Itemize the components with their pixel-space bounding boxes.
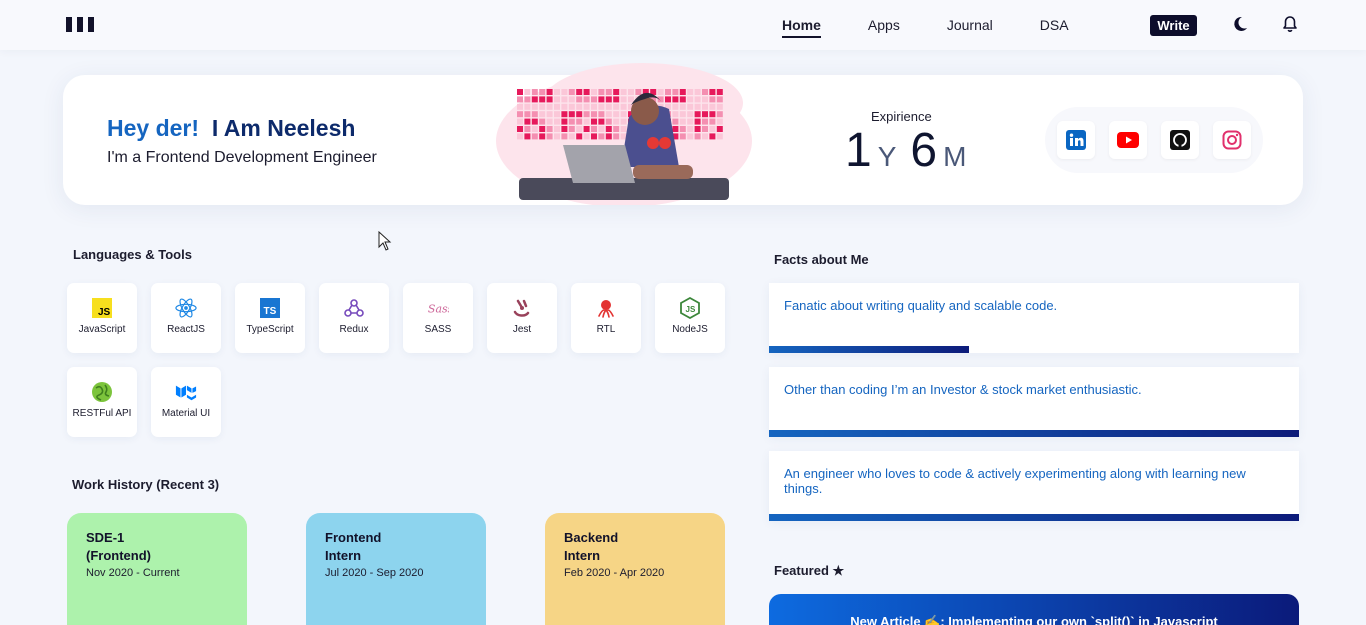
tool-label: Redux xyxy=(339,324,369,335)
site-logo[interactable] xyxy=(66,17,95,32)
job-dates: Nov 2020 - Current xyxy=(86,567,180,579)
main-nav: Home Apps Journal DSA xyxy=(782,17,1116,38)
experience-years: 1 xyxy=(845,124,872,177)
hero-role: I'm a Frontend Development Engineer xyxy=(107,149,377,166)
job-dates: Jul 2020 - Sep 2020 xyxy=(325,567,424,579)
experience-months: 6 xyxy=(910,124,938,177)
job-dates: Feb 2020 - Apr 2020 xyxy=(564,567,665,579)
nodejs-icon: JS xyxy=(680,297,700,319)
tool-label: TypeScript xyxy=(246,324,294,335)
nav-journal-link[interactable]: Journal xyxy=(947,17,993,38)
fact-text: An engineer who loves to code & actively… xyxy=(784,466,1246,496)
github-link[interactable] xyxy=(1161,121,1199,159)
tool-javascript[interactable]: JS JavaScript xyxy=(67,283,137,353)
job-title: SDE-1 (Frontend) xyxy=(86,530,151,563)
featured-article-card[interactable]: New Article ✍️: Implementing our own `sp… xyxy=(769,594,1299,625)
job-title: Frontend Intern xyxy=(325,530,382,563)
job-title: Backend Intern xyxy=(564,530,619,563)
fact-card: An engineer who loves to code & actively… xyxy=(769,451,1299,521)
notification-bell-icon[interactable] xyxy=(1280,14,1300,34)
tool-label: NodeJS xyxy=(672,324,708,335)
tool-material-ui[interactable]: Material UI xyxy=(151,367,221,437)
fact-progress-bar xyxy=(769,346,969,353)
dark-mode-moon-icon[interactable] xyxy=(1229,14,1249,34)
experience-value: 1 Y 6 M xyxy=(845,123,980,178)
featured-section-title: Featured ★ xyxy=(774,563,845,578)
experience-years-unit: Y xyxy=(877,141,897,172)
social-links xyxy=(1045,107,1263,173)
work-section-title: Work History (Recent 3) xyxy=(72,477,220,492)
typescript-icon: TS xyxy=(260,298,280,318)
tool-label: RTL xyxy=(596,324,616,335)
fact-card: Other than coding I’m an Investor & stoc… xyxy=(769,367,1299,437)
instagram-icon xyxy=(1222,130,1242,150)
fact-text: Fanatic about writing quality and scalab… xyxy=(784,298,1058,313)
globe-icon xyxy=(92,382,112,402)
material-ui-icon xyxy=(175,385,197,401)
react-icon xyxy=(175,298,197,318)
tool-nodejs[interactable]: JS NodeJS xyxy=(655,283,725,353)
greeting-text: Hey der! xyxy=(107,115,200,141)
jest-icon xyxy=(513,299,530,317)
experience-months-unit: M xyxy=(943,141,967,172)
tool-label: Material UI xyxy=(161,408,211,419)
tool-redux[interactable]: Redux xyxy=(319,283,389,353)
youtube-icon xyxy=(1117,132,1139,148)
linkedin-icon xyxy=(1066,130,1086,150)
tool-label: JavaScript xyxy=(78,324,126,335)
fact-card: Fanatic about writing quality and scalab… xyxy=(769,283,1299,353)
facts-section-title: Facts about Me xyxy=(774,252,869,267)
octopus-icon xyxy=(598,300,614,318)
svg-text:JS: JS xyxy=(98,307,111,318)
job-card-frontend-intern[interactable]: Frontend Intern Jul 2020 - Sep 2020 xyxy=(306,513,486,625)
hero-greeting: Hey der! I Am Neelesh xyxy=(107,115,355,142)
write-button[interactable]: Write xyxy=(1150,15,1197,36)
github-icon xyxy=(1170,130,1190,150)
hero-card: Hey der! I Am Neelesh I'm a Frontend Dev… xyxy=(63,63,1303,205)
nav-dsa-link[interactable]: DSA xyxy=(1040,17,1069,38)
svg-text:TS: TS xyxy=(264,306,277,317)
tool-label: RESTFul API xyxy=(72,408,132,419)
mouse-cursor-icon xyxy=(378,231,392,251)
greeting-name: I Am Neelesh xyxy=(211,115,356,141)
tools-section-title: Languages & Tools xyxy=(73,247,192,262)
javascript-icon: JS xyxy=(92,298,112,318)
top-navbar: Home Apps Journal DSA Write xyxy=(0,0,1366,50)
tool-sass[interactable]: Sass SASS xyxy=(403,283,473,353)
tool-label: SASS xyxy=(424,324,452,335)
svg-text:JS: JS xyxy=(686,305,696,314)
nav-home-link[interactable]: Home xyxy=(782,17,821,38)
fact-progress-bar xyxy=(769,430,1299,437)
fact-progress-bar xyxy=(769,514,1299,521)
experience-label: Expirience xyxy=(871,109,932,124)
tool-reactjs[interactable]: ReactJS xyxy=(151,283,221,353)
sass-icon: Sass xyxy=(428,303,449,316)
svg-text:Sass: Sass xyxy=(428,303,449,316)
developer-illustration xyxy=(496,63,752,205)
youtube-link[interactable] xyxy=(1109,121,1147,159)
tool-label: ReactJS xyxy=(167,324,205,335)
tool-jest[interactable]: Jest xyxy=(487,283,557,353)
job-card-backend-intern[interactable]: Backend Intern Feb 2020 - Apr 2020 xyxy=(545,513,725,625)
instagram-link[interactable] xyxy=(1213,121,1251,159)
fact-text: Other than coding I’m an Investor & stoc… xyxy=(784,382,1142,397)
tool-label: Jest xyxy=(512,324,532,335)
job-card-sde1[interactable]: SDE-1 (Frontend) Nov 2020 - Current xyxy=(67,513,247,625)
tool-typescript[interactable]: TS TypeScript xyxy=(235,283,305,353)
tool-rtl[interactable]: RTL xyxy=(571,283,641,353)
redux-icon xyxy=(344,299,364,317)
nav-apps-link[interactable]: Apps xyxy=(868,17,900,38)
tool-restful-api[interactable]: RESTFul API xyxy=(67,367,137,437)
linkedin-link[interactable] xyxy=(1057,121,1095,159)
